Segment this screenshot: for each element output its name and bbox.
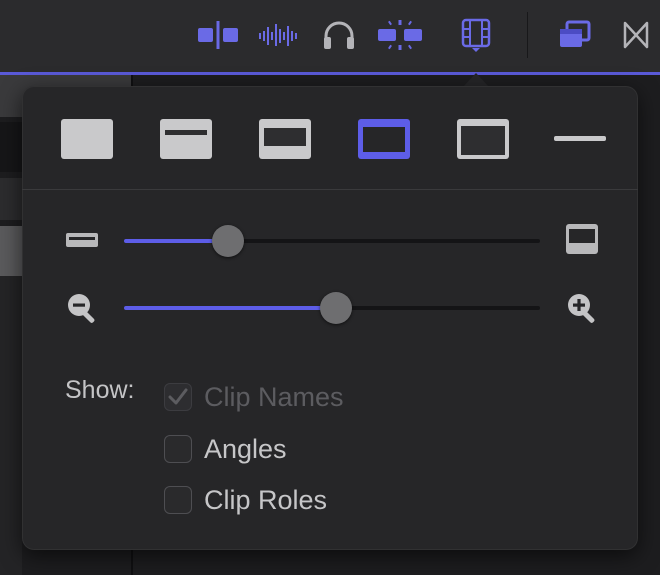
clip-names-label: Clip Names <box>204 381 344 412</box>
transitions-browser-button[interactable] <box>616 18 656 52</box>
checkmark-icon <box>168 388 188 405</box>
timeline-background <box>0 122 22 172</box>
zoom-in-icon[interactable] <box>563 289 601 327</box>
zoom-slider-fill <box>124 306 337 310</box>
zoom-slider-thumb[interactable] <box>320 292 353 324</box>
large-waveforms-icon <box>160 119 212 159</box>
clip-labels-only-icon <box>554 136 606 141</box>
clip-height-slider-thumb[interactable] <box>212 225 244 257</box>
show-label: Show: <box>65 376 135 404</box>
clip-appearance-options <box>22 86 638 190</box>
clip-appearance-popover: Show: Clip Names Angles Clip Roles <box>22 86 638 550</box>
timeline-background <box>0 276 22 575</box>
angles-label[interactable]: Angles <box>204 434 287 465</box>
toolbar-divider <box>527 12 528 58</box>
clip-roles-checkbox[interactable] <box>164 486 192 514</box>
timeline-background <box>0 178 22 220</box>
filmstrip-icon <box>461 18 491 52</box>
transitions-icon <box>623 21 649 49</box>
large-clip-height-icon <box>564 222 600 256</box>
popover-arrow <box>463 73 489 87</box>
clip-roles-label[interactable]: Clip Roles <box>204 485 327 516</box>
clip-roles-checkbox-row[interactable]: Clip Roles <box>164 483 327 517</box>
clip-skimming-button[interactable] <box>196 18 240 52</box>
solo-button[interactable] <box>320 18 358 52</box>
clip-height-slider[interactable] <box>124 225 540 257</box>
waveforms-only-button[interactable] <box>60 118 114 160</box>
angles-checkbox-row[interactable]: Angles <box>164 432 287 466</box>
clip-skimming-icon <box>198 21 238 49</box>
waveforms-only-icon <box>61 119 113 159</box>
browser-toggle-icon <box>560 20 591 47</box>
clip-names-checkbox <box>164 383 192 411</box>
zoom-slider[interactable] <box>124 292 540 324</box>
snapping-button[interactable] <box>376 18 424 52</box>
zoom-slider-row <box>22 287 638 327</box>
filmstrips-only-icon <box>457 119 509 159</box>
waveforms-filmstrips-button[interactable] <box>258 118 312 160</box>
timeline-background <box>0 226 22 276</box>
clip-height-slider-row <box>22 220 638 260</box>
clip-names-checkbox-row: Clip Names <box>164 380 344 414</box>
angles-checkbox[interactable] <box>164 435 192 463</box>
small-clip-height-icon <box>64 228 100 252</box>
audio-skimming-icon <box>259 24 297 46</box>
timeline-toolbar <box>0 0 660 73</box>
large-filmstrips-icon <box>358 119 410 159</box>
clip-labels-only-button[interactable] <box>553 118 607 160</box>
waveforms-filmstrips-icon <box>259 119 311 159</box>
browser-toggle-button[interactable] <box>554 18 596 52</box>
clip-appearance-button[interactable] <box>456 18 496 52</box>
filmstrips-only-button[interactable] <box>456 118 510 160</box>
headphones-icon <box>324 21 354 49</box>
audio-skimming-button[interactable] <box>256 18 302 52</box>
large-waveforms-button[interactable] <box>159 118 213 160</box>
large-filmstrips-button[interactable] <box>357 118 411 160</box>
popover-separator <box>22 189 638 190</box>
snapping-icon <box>378 20 422 50</box>
zoom-out-icon[interactable] <box>63 289 101 327</box>
